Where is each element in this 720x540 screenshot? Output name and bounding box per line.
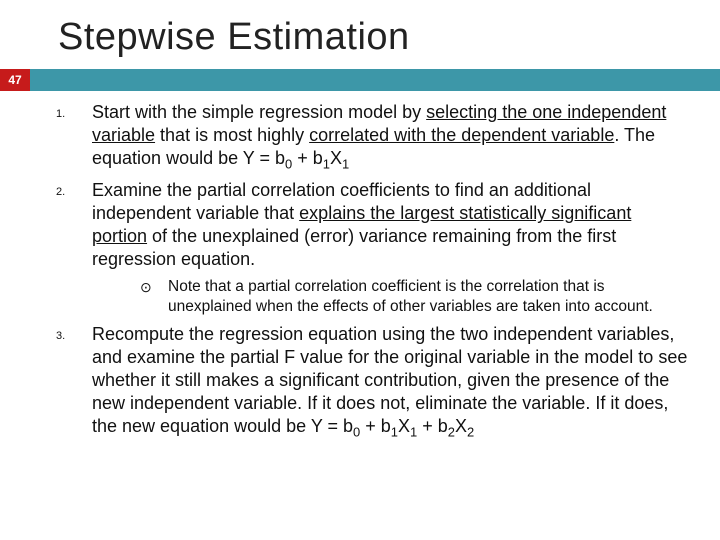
sub-bullet-text: Note that a partial correlation coeffici… — [168, 277, 690, 317]
numbered-list: 1. Start with the simple regression mode… — [50, 101, 690, 271]
list-item: 1. Start with the simple regression mode… — [50, 101, 690, 173]
circle-dot-icon: ⊙ — [140, 277, 168, 317]
item-text: Recompute the regression equation using … — [92, 323, 690, 441]
item-text: Examine the partial correlation coeffici… — [92, 179, 690, 271]
item-text: Start with the simple regression model b… — [92, 101, 690, 173]
list-item: 3. Recompute the regression equation usi… — [50, 323, 690, 441]
list-item: 2. Examine the partial correlation coeff… — [50, 179, 690, 271]
slide-title: Stepwise Estimation — [0, 0, 720, 69]
numbered-list-cont: 3. Recompute the regression equation usi… — [50, 323, 690, 441]
page-number-badge: 47 — [0, 69, 30, 91]
accent-band: 47 — [0, 69, 720, 91]
sub-bullet: ⊙ Note that a partial correlation coeffi… — [140, 277, 690, 317]
slide-body: 1. Start with the simple regression mode… — [0, 91, 720, 441]
item-number: 2. — [50, 179, 92, 271]
item-number: 1. — [50, 101, 92, 173]
slide: Stepwise Estimation 47 1. Start with the… — [0, 0, 720, 540]
item-number: 3. — [50, 323, 92, 441]
